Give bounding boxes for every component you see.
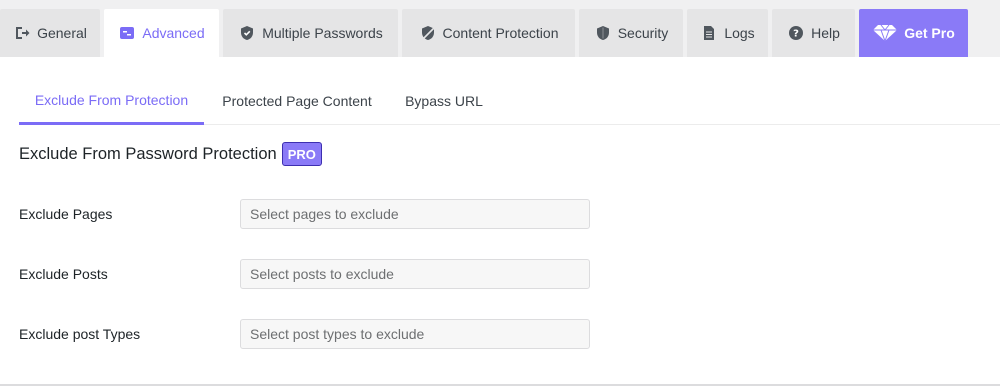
tab-general-label: General (37, 25, 87, 41)
tab-general[interactable]: General (0, 9, 100, 57)
tab-help-label: Help (811, 25, 840, 41)
pro-badge: PRO (281, 142, 322, 166)
settings-sliders-icon (118, 24, 136, 42)
tab-logs-label: Logs (724, 25, 755, 41)
tab-logs[interactable]: Logs (687, 9, 768, 57)
exclude-posts-select[interactable] (240, 259, 590, 289)
diamond-icon (872, 24, 898, 42)
document-icon (700, 24, 718, 42)
settings-tab-bar: General Advanced Multiple Passwords Cont… (0, 0, 1000, 57)
subtab-exclude-from-protection[interactable]: Exclude From Protection (19, 77, 204, 125)
exclude-posts-label: Exclude Posts (19, 266, 108, 282)
settings-panel: Exclude From Protection Protected Page C… (0, 57, 1000, 384)
shield-slash-icon (419, 24, 437, 42)
tab-security[interactable]: Security (579, 9, 683, 57)
shield-icon (594, 24, 612, 42)
exclude-post-types-select[interactable] (240, 319, 590, 349)
tab-advanced-label: Advanced (142, 25, 205, 41)
tab-content-protection-label: Content Protection (442, 25, 559, 41)
exclude-post-types-label: Exclude post Types (19, 326, 141, 342)
exclude-pages-select[interactable] (240, 199, 590, 229)
exclude-pages-label: Exclude Pages (19, 206, 113, 222)
section-title: Exclude From Password Protection PRO (19, 140, 322, 168)
tab-get-pro-label: Get Pro (904, 25, 955, 41)
shield-check-icon (238, 24, 256, 42)
tab-help[interactable]: ? Help (772, 9, 855, 57)
tab-multiple-passwords[interactable]: Multiple Passwords (223, 9, 398, 57)
tab-multiple-passwords-label: Multiple Passwords (262, 25, 383, 41)
tab-security-label: Security (617, 25, 669, 41)
tab-get-pro[interactable]: Get Pro (859, 9, 968, 57)
subtab-protected-page-content[interactable]: Protected Page Content (212, 77, 382, 125)
section-title-text: Exclude From Password Protection (19, 144, 277, 163)
subtab-bar: Exclude From Protection Protected Page C… (19, 77, 1000, 125)
tab-content-protection[interactable]: Content Protection (402, 9, 575, 57)
subtab-bypass-url[interactable]: Bypass URL (396, 77, 492, 125)
logout-arrow-icon (13, 24, 31, 42)
svg-text:?: ? (793, 29, 799, 40)
tab-advanced[interactable]: Advanced (104, 9, 219, 57)
help-circle-icon: ? (787, 24, 805, 42)
